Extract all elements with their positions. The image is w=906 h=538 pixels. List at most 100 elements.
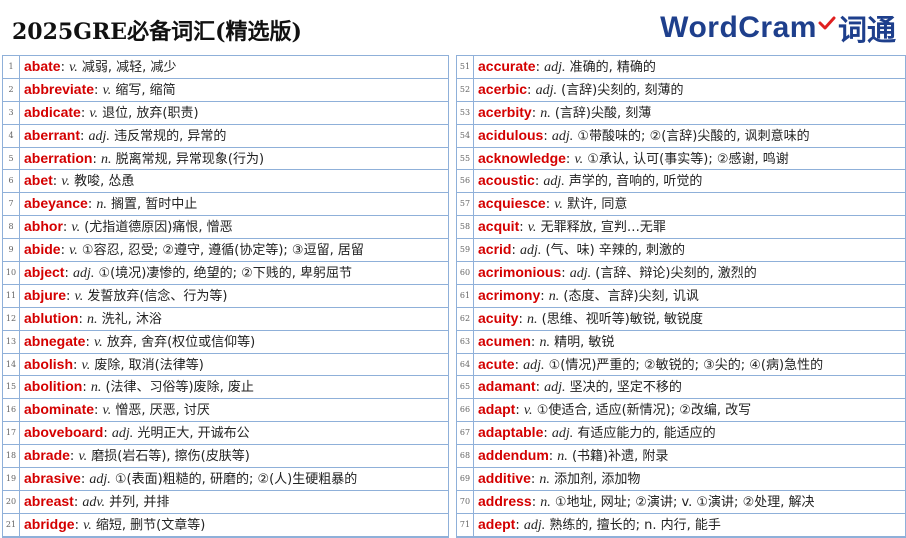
row-number: 52 — [457, 78, 474, 101]
definition: (法律、习俗等)废除, 废止 — [105, 380, 254, 396]
row-number: 58 — [457, 216, 474, 239]
page-header: 2025GRE必备词汇(精选版) WordCram 词通 — [0, 0, 906, 52]
definition: 精明, 敏锐 — [554, 334, 615, 350]
checkmark-icon — [818, 16, 836, 30]
vocab-word: abbreviate — [24, 80, 95, 97]
vocab-row: 16 abominate: v. 憎恶, 厌恶, 讨厌 — [3, 399, 448, 423]
part-of-speech: n. — [526, 311, 538, 327]
definition: (尤指道德原因)痛恨, 憎恶 — [84, 220, 233, 236]
part-of-speech: adj. — [111, 426, 134, 442]
part-of-speech: adj. — [543, 174, 565, 190]
vocab-word: acumen — [478, 332, 531, 349]
vocab-row: 1 abate: v. 减弱, 减轻, 减少 — [3, 56, 448, 79]
row-number: 8 — [3, 216, 20, 239]
row-number: 20 — [3, 490, 20, 513]
vocab-entry: acidulous: adj. ①带酸味的; ②(言辞)尖酸的, 讽刺意味的 — [478, 126, 810, 144]
vocab-entry: acoustic: adj. 声学的, 音响的, 听觉的 — [478, 172, 703, 190]
vocab-entry: aberrant: adj. 违反常规的, 异常的 — [24, 126, 227, 144]
row-number: 16 — [3, 399, 20, 422]
vocab-row: 14 abolish: v. 废除, 取消(法律等) — [3, 353, 448, 377]
vocab-row: 5 aberration: n. 脱离常规, 异常现象(行为) — [3, 147, 448, 171]
row-number: 1 — [3, 56, 20, 78]
vocab-entry: acumen: n. 精明, 敏锐 — [478, 332, 615, 350]
vocab-entry: adapt: v. ①使适合, 适应(新情况); ②改编, 改写 — [478, 401, 752, 419]
row-number: 62 — [457, 307, 474, 330]
definition: 光明正大, 开诚布公 — [137, 426, 250, 442]
vocab-word: aberration — [24, 149, 93, 166]
part-of-speech: n. — [86, 311, 98, 327]
vocab-entry: abrasive: adj. ①(表面)粗糙的, 研磨的; ②(人)生硬粗暴的 — [24, 469, 358, 487]
vocab-row: 69 additive: n. 添加剂, 添加物 — [457, 468, 905, 491]
vocab-entry: abolition: n. (法律、习俗等)废除, 废止 — [24, 378, 254, 396]
row-number: 66 — [457, 399, 474, 422]
definition: ①地址, 网址; ②演讲; v. ①演讲; ②处理, 解决 — [554, 494, 815, 510]
row-number: 14 — [3, 353, 20, 376]
vocab-word: abreast — [24, 492, 74, 509]
part-of-speech: n. — [548, 288, 560, 304]
vocab-row: 70 address: n. ①地址, 网址; ②演讲; v. ①演讲; ②处理,… — [457, 490, 905, 514]
vocab-entry: acuity: n. (思维、视听等)敏锐, 敏锐度 — [478, 309, 704, 327]
definition: ①使适合, 适应(新情况); ②改编, 改写 — [536, 403, 752, 419]
vocab-entry: abet: v. 教唆, 怂恿 — [24, 172, 135, 190]
vocab-entry: acrimonious: adj. (言辞、辩论)尖刻的, 激烈的 — [478, 263, 757, 281]
vocab-entry: additive: n. 添加剂, 添加物 — [478, 469, 641, 487]
row-number: 71 — [457, 513, 474, 536]
definition: 坚决的, 坚定不移的 — [569, 380, 682, 396]
vocab-word: acknowledge — [478, 149, 566, 166]
part-of-speech: adv. — [82, 494, 106, 510]
definition: 洗礼, 沐浴 — [101, 311, 162, 327]
vocab-entry: aberration: n. 脱离常规, 异常现象(行为) — [24, 149, 265, 167]
vocab-row: 9 abide: v. ①容忍, 忍受; ②遵守, 遵循(协定等); ③逗留, 居… — [3, 239, 448, 263]
vocab-row: 71 adept: adj. 熟练的, 擅长的; n. 内行, 能手 — [457, 513, 905, 537]
vocab-column-right: 51 accurate: adj. 准确的, 精确的 52 acerbic: adj.… — [456, 55, 906, 538]
vocab-word: adamant — [478, 378, 536, 395]
row-number: 21 — [3, 513, 20, 536]
vocab-word: aboveboard — [24, 424, 104, 441]
vocab-entry: acerbity: n. (言辞)尖酸, 刻薄 — [478, 103, 652, 121]
vocab-word: acrimony — [478, 286, 541, 303]
vocab-row: 60 acrimonious: adj. (言辞、辩论)尖刻的, 激烈的 — [457, 262, 905, 285]
definition: 脱离常规, 异常现象(行为) — [115, 151, 265, 167]
row-number: 70 — [457, 490, 474, 513]
vocab-entry: abeyance: n. 搁置, 暂时中止 — [24, 195, 198, 213]
definition: 声学的, 音响的, 听觉的 — [568, 174, 703, 190]
row-number: 10 — [3, 262, 20, 284]
vocab-word: acoustic — [478, 172, 535, 189]
vocab-word: acute — [478, 355, 515, 372]
vocab-row: 15 abolition: n. (法律、习俗等)废除, 废止 — [3, 376, 448, 400]
row-number: 67 — [457, 422, 474, 445]
vocab-entry: acquit: v. 无罪释放, 宣判…无罪 — [478, 218, 666, 236]
vocab-word: acrimonious — [478, 263, 562, 280]
row-number: 18 — [3, 445, 20, 468]
part-of-speech: adj. — [544, 380, 566, 396]
vocab-row: 21 abridge: v. 缩短, 删节(文章等) — [3, 513, 448, 537]
row-number: 61 — [457, 284, 474, 307]
definition: (言辞)尖酸, 刻薄 — [554, 105, 652, 121]
definition: 缩写, 缩简 — [115, 82, 176, 98]
part-of-speech: v. — [74, 288, 84, 304]
vocab-word: abjure — [24, 286, 67, 303]
vocab-entry: acrimony: n. (态度、言辞)尖刻, 讥讽 — [478, 286, 699, 304]
vocab-word: additive — [478, 469, 531, 486]
definition: 并列, 并排 — [109, 494, 170, 510]
vocab-entry: abate: v. 减弱, 减轻, 减少 — [24, 57, 177, 75]
vocab-row: 2 abbreviate: v. 缩写, 缩简 — [3, 78, 448, 102]
vocab-row: 57 acquiesce: v. 默许, 同意 — [457, 193, 905, 217]
definition: ①带酸味的; ②(言辞)尖酸的, 讽刺意味的 — [577, 128, 810, 144]
row-number: 65 — [457, 376, 474, 399]
vocab-row: 11 abjure: v. 发誓放弃(信念、行为等) — [3, 284, 448, 308]
vocab-entry: abjure: v. 发誓放弃(信念、行为等) — [24, 286, 228, 304]
vocab-entry: abject: adj. ①(境况)凄惨的, 绝望的; ②下贱的, 卑躬屈节 — [24, 263, 353, 281]
definition: ①(情况)严重的; ②敏锐的; ③尖的; ④(病)急性的 — [548, 357, 824, 373]
vocab-column-left: 1 abate: v. 减弱, 减轻, 减少 2 abbreviate: v. 缩写,… — [2, 55, 449, 538]
vocab-word: address — [478, 492, 532, 509]
part-of-speech: v. — [574, 151, 584, 167]
vocab-row: 13 abnegate: v. 放弃, 舍弃(权位或信仰等) — [3, 330, 448, 354]
part-of-speech: v. — [69, 59, 78, 75]
row-number: 9 — [3, 239, 20, 262]
definition: ①承认, 认可(事实等); ②感谢, 鸣谢 — [587, 151, 789, 167]
part-of-speech: adj. — [551, 426, 574, 442]
vocab-entry: acerbic: adj. (言辞)尖刻的, 刻薄的 — [478, 80, 684, 98]
row-number: 54 — [457, 124, 474, 147]
part-of-speech: adj. — [72, 265, 95, 281]
